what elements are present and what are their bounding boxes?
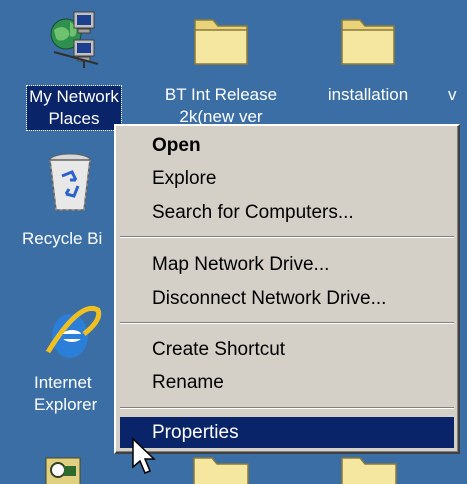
scheduled-tasks-icon: [45, 457, 81, 484]
menu-item-map-network-drive[interactable]: Map Network Drive...: [120, 249, 454, 280]
desktop[interactable]: My Network Places BT Int Release 2k(new …: [0, 0, 467, 484]
menu-separator: [120, 322, 454, 324]
desktop-icon-label: My Network Places: [26, 85, 122, 131]
menu-item-disconnect-network-drive[interactable]: Disconnect Network Drive...: [120, 283, 454, 314]
desktop-icon-bt-int-release[interactable]: BT Int Release 2k(new ver: [146, 10, 296, 128]
desktop-icon-my-network-places[interactable]: My Network Places: [14, 8, 134, 131]
menu-item-properties[interactable]: Properties: [120, 417, 454, 448]
recycle-bin-icon: [49, 153, 91, 211]
desktop-icon-label: v: [448, 85, 457, 104]
desktop-icon-internet-explorer[interactable]: Internet Explorer: [14, 300, 124, 416]
desktop-icon-partial[interactable]: v: [446, 84, 466, 106]
folder-icon: [194, 19, 248, 65]
desktop-icon-label: installation: [327, 85, 409, 104]
desktop-icon-label: Internet Explorer: [34, 373, 98, 414]
menu-item-open[interactable]: Open: [120, 130, 454, 161]
folder-icon: [341, 457, 397, 484]
menu-separator: [120, 407, 454, 409]
menu-item-search-for-computers[interactable]: Search for Computers...: [120, 197, 454, 228]
folder-icon: [341, 19, 395, 65]
mouse-cursor-icon: [132, 437, 156, 474]
desktop-icon-installation[interactable]: installation: [308, 10, 428, 106]
internet-explorer-icon: [45, 306, 102, 358]
desktop-icon-recycle-bin[interactable]: Recycle Bi: [14, 150, 124, 250]
menu-item-explore[interactable]: Explore: [120, 163, 454, 194]
context-menu: Open Explore Search for Computers... Map…: [114, 124, 460, 454]
menu-item-create-shortcut[interactable]: Create Shortcut: [120, 334, 454, 365]
menu-separator: [120, 236, 454, 238]
desktop-icon-label: BT Int Release 2k(new ver: [164, 85, 278, 126]
folder-icon: [193, 457, 249, 484]
menu-item-rename[interactable]: Rename: [120, 367, 454, 398]
network-places-icon: [50, 11, 99, 68]
desktop-icon-label: Recycle Bi: [22, 229, 103, 248]
